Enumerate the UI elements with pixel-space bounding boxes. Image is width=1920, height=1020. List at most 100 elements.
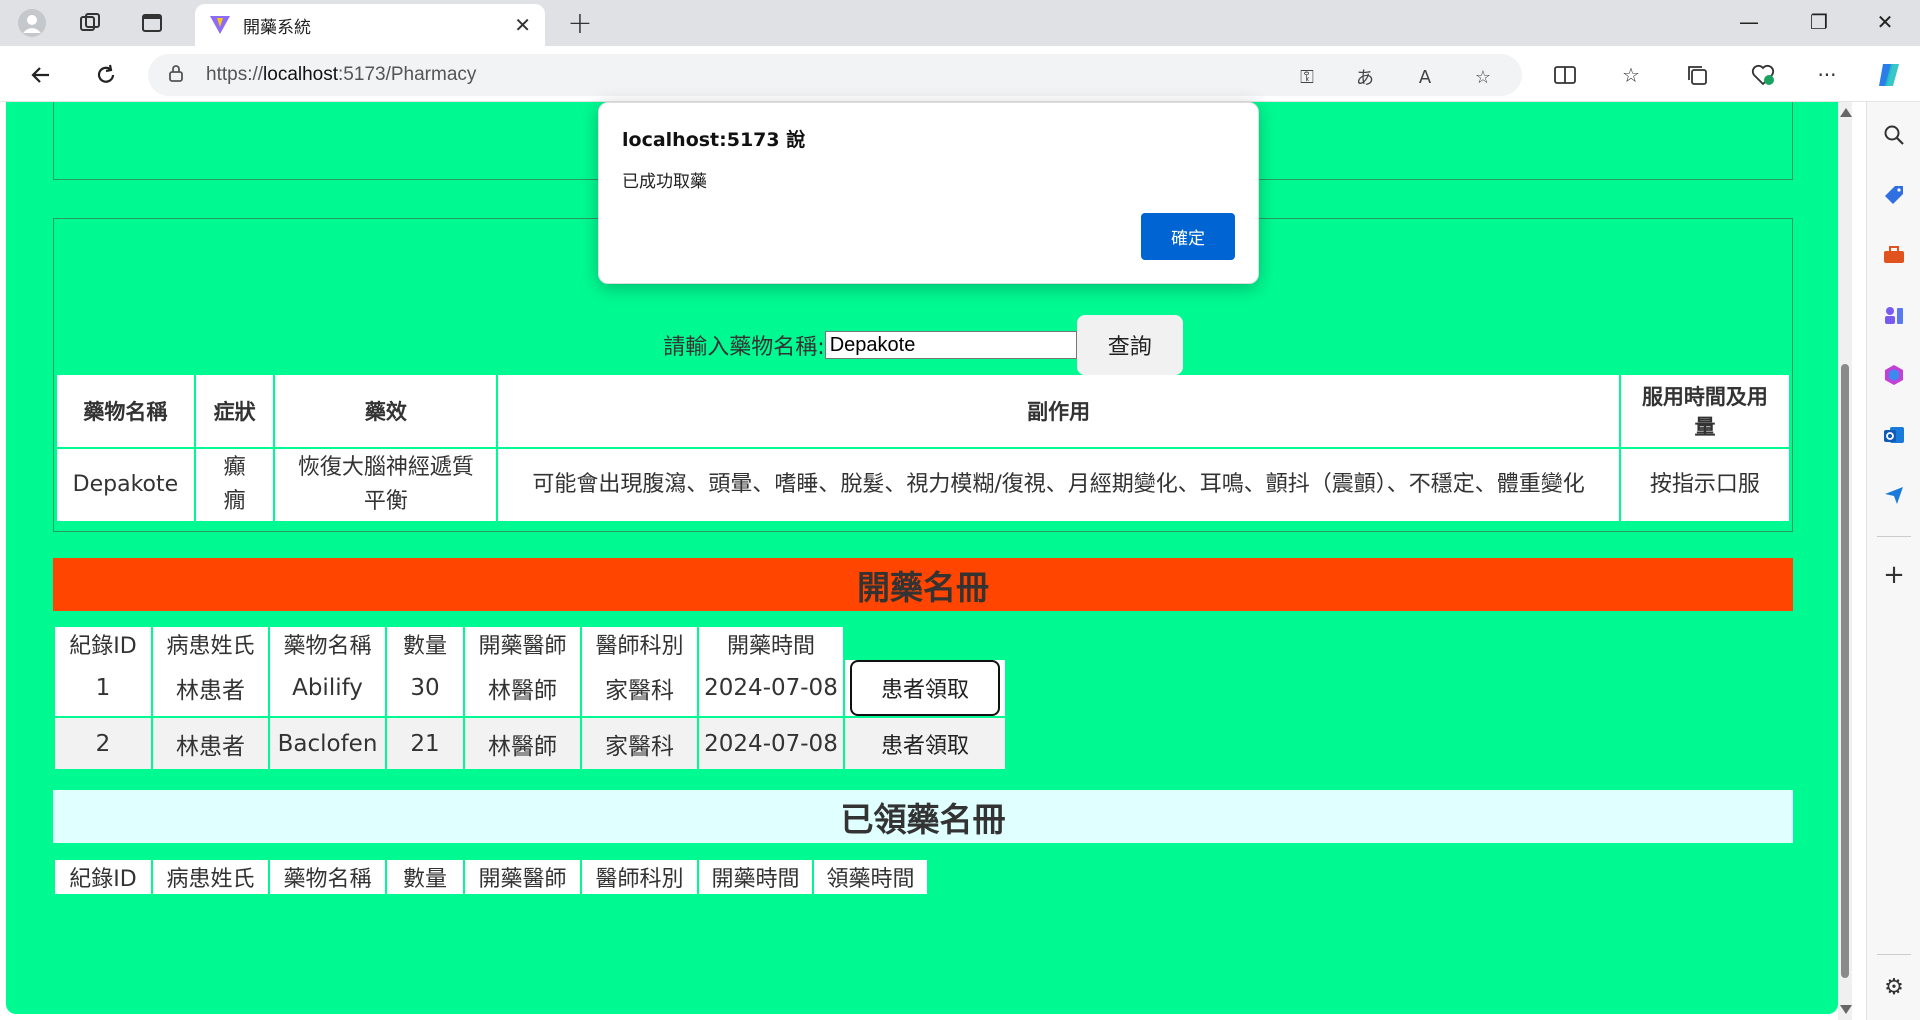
search-row: 請輸入藥物名稱: 查詢 — [54, 315, 1792, 375]
alert-dialog: localhost:5173 說 已成功取藥 確定 — [598, 102, 1259, 284]
workspaces-icon[interactable] — [74, 7, 106, 39]
edge-sidebar: + ⚙ — [1866, 102, 1920, 1020]
cell-date: 2024-07-08 — [699, 660, 843, 716]
table-header-row: 紀錄ID 病患姓氏 藥物名稱 數量 開藥醫師 醫師科別 開藥時間 — [55, 627, 843, 661]
settings-gear-icon[interactable]: ⚙ — [1877, 970, 1911, 1004]
patient-pickup-button[interactable]: 患者領取 — [850, 660, 1000, 716]
maximize-icon[interactable]: ❐ — [1786, 0, 1852, 44]
star-icon[interactable]: ☆ — [1468, 62, 1498, 92]
split-screen-icon[interactable] — [1548, 58, 1582, 92]
key-icon[interactable]: ⚿ — [1292, 62, 1322, 92]
browser-toolbar: https://localhost:5173/Pharmacy ⚿ あ A ☆ … — [0, 46, 1920, 102]
header-doctor: 開藥醫師 — [465, 860, 580, 894]
send-icon[interactable] — [1877, 478, 1911, 512]
cell-doctor: 林醫師 — [465, 660, 580, 716]
table-row: Depakote 癲癇 恢復大腦神經遞質平衡 可能會出現腹瀉、頭暈、嗜睡、脫髮、… — [57, 449, 1789, 521]
cell-drug-name: Depakote — [57, 449, 194, 521]
close-tab-icon[interactable]: ✕ — [514, 13, 531, 37]
cell-action: 患者領取 — [845, 718, 1005, 769]
header-symptom: 症狀 — [195, 375, 274, 447]
header-record-id: 紀錄ID — [55, 860, 151, 894]
cell-symptom: 癲癇 — [195, 449, 274, 521]
dialog-ok-button[interactable]: 確定 — [1141, 213, 1235, 260]
scrollbar-thumb[interactable] — [1841, 364, 1849, 978]
copilot-icon[interactable] — [1872, 58, 1906, 92]
profile-icon[interactable] — [16, 7, 48, 39]
cell-dosage: 按指示口服 — [1620, 449, 1789, 521]
outlook-icon[interactable] — [1877, 418, 1911, 452]
sidebar-divider — [1877, 954, 1911, 955]
page-scrollbar[interactable] — [1838, 102, 1852, 1020]
picked-up-list-title: 已領藥名冊 — [53, 790, 1793, 843]
read-aloud-icon[interactable]: A — [1410, 62, 1440, 92]
cell-action: 患者領取 — [845, 660, 1005, 716]
header-patient: 病患姓氏 — [153, 627, 268, 661]
favorites-icon[interactable]: ☆ — [1614, 58, 1648, 92]
cell-drug: Baclofen — [270, 718, 385, 769]
header-pickup-date: 領藥時間 — [814, 860, 927, 894]
cell-quantity: 21 — [387, 718, 463, 769]
cell-record-id: 2 — [55, 718, 151, 769]
browser-essentials-icon[interactable] — [1746, 58, 1780, 92]
header-drug-name: 藥物名稱 — [57, 375, 194, 447]
vertical-tabs-icon[interactable] — [136, 7, 168, 39]
header-department: 醫師科別 — [582, 860, 697, 894]
header-patient: 病患姓氏 — [153, 860, 268, 894]
office-icon[interactable] — [1877, 358, 1911, 392]
refresh-icon[interactable] — [89, 58, 123, 92]
cell-record-id: 1 — [55, 660, 151, 716]
add-icon[interactable]: + — [1877, 558, 1911, 592]
header-dosage: 服用時間及用量 — [1620, 375, 1789, 447]
lock-icon[interactable] — [168, 64, 188, 86]
drug-info-table: 藥物名稱 症狀 藥效 副作用 服用時間及用量 Depakote 癲癇 恢復大腦神… — [55, 373, 1791, 523]
address-bar[interactable]: https://localhost:5173/Pharmacy ⚿ あ A ☆ — [148, 54, 1522, 96]
header-department: 醫師科別 — [582, 627, 697, 661]
header-record-id: 紀錄ID — [55, 627, 151, 661]
vite-logo-icon — [210, 16, 230, 34]
shopping-tag-icon[interactable] — [1877, 178, 1911, 212]
picked-up-header-table: 紀錄ID 病患姓氏 藥物名稱 數量 開藥醫師 醫師科別 開藥時間 領藥時間 — [53, 858, 929, 896]
url-text: https://localhost:5173/Pharmacy — [206, 64, 477, 85]
dialog-title: localhost:5173 說 — [622, 129, 806, 151]
header-drug: 藥物名稱 — [270, 860, 385, 894]
cell-doctor: 林醫師 — [465, 718, 580, 769]
cell-patient: 林患者 — [153, 660, 268, 716]
prescription-table: 1 林患者 Abilify 30 林醫師 家醫科 2024-07-08 患者領取… — [53, 658, 1007, 771]
header-prescribe-date: 開藥時間 — [699, 860, 812, 894]
scroll-down-icon[interactable] — [1840, 1005, 1852, 1014]
header-drug: 藥物名稱 — [270, 627, 385, 661]
header-effect: 藥效 — [275, 375, 497, 447]
more-icon[interactable]: ··· — [1810, 58, 1844, 92]
dialog-message: 已成功取藥 — [622, 172, 707, 192]
new-tab-icon[interactable]: + — [563, 6, 597, 41]
table-row: 1 林患者 Abilify 30 林醫師 家醫科 2024-07-08 患者領取 — [55, 660, 1005, 716]
browser-tab[interactable]: 開藥系統 ✕ — [195, 4, 545, 46]
table-header-row: 紀錄ID 病患姓氏 藥物名稱 數量 開藥醫師 醫師科別 開藥時間 領藥時間 — [55, 860, 927, 894]
back-arrow-icon[interactable] — [24, 58, 58, 92]
tab-title: 開藥系統 — [243, 17, 311, 38]
collections-icon[interactable] — [1680, 58, 1714, 92]
tab-bar: 開藥系統 ✕ + — ❐ ✕ — [0, 0, 1920, 46]
games-icon[interactable] — [1877, 298, 1911, 332]
translate-icon[interactable]: あ — [1350, 62, 1380, 92]
patient-pickup-button[interactable]: 患者領取 — [850, 718, 1000, 769]
search-icon[interactable] — [1877, 118, 1911, 152]
minimize-icon[interactable]: — — [1716, 0, 1782, 44]
header-doctor: 開藥醫師 — [465, 627, 580, 661]
cell-quantity: 30 — [387, 660, 463, 716]
header-quantity: 數量 — [387, 627, 463, 661]
close-window-icon[interactable]: ✕ — [1852, 0, 1918, 44]
prescription-list-title: 開藥名冊 — [53, 558, 1793, 611]
cell-department: 家醫科 — [582, 718, 697, 769]
toolbox-icon[interactable] — [1877, 238, 1911, 272]
search-button[interactable]: 查詢 — [1076, 315, 1183, 375]
cell-effect: 恢復大腦神經遞質平衡 — [275, 449, 497, 521]
cell-patient: 林患者 — [153, 718, 268, 769]
search-label: 請輸入藥物名稱: — [663, 335, 825, 360]
scroll-up-icon[interactable] — [1840, 108, 1852, 117]
table-header-row: 藥物名稱 症狀 藥效 副作用 服用時間及用量 — [57, 375, 1789, 447]
table-row: 2 林患者 Baclofen 21 林醫師 家醫科 2024-07-08 患者領… — [55, 718, 1005, 769]
header-quantity: 數量 — [387, 860, 463, 894]
drug-name-input[interactable] — [824, 331, 1077, 359]
header-date: 開藥時間 — [699, 627, 843, 661]
